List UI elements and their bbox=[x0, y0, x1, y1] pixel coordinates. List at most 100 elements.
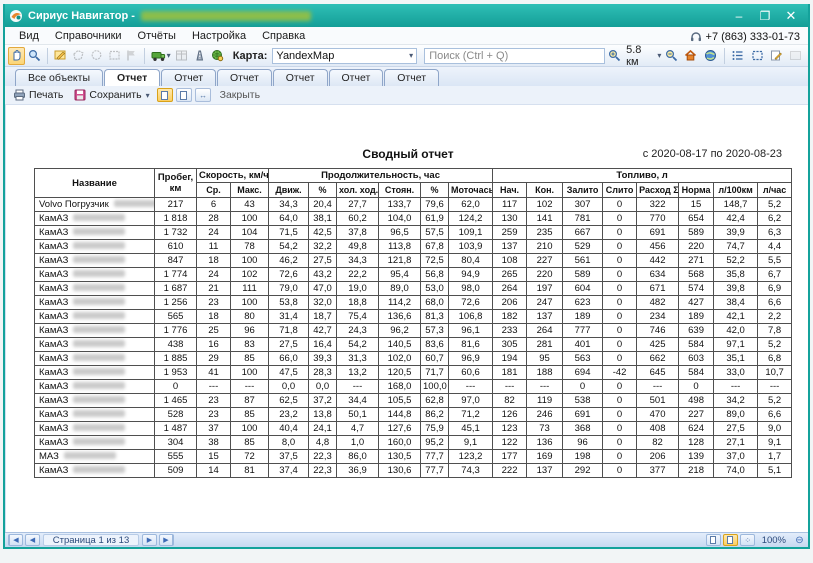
cell: 0 bbox=[603, 282, 637, 296]
cell: 60,2 bbox=[337, 212, 379, 226]
object-list-button[interactable] bbox=[729, 47, 747, 65]
notes-button[interactable] bbox=[767, 47, 785, 65]
grid-report-button[interactable] bbox=[173, 47, 190, 65]
report-tab[interactable]: Отчет bbox=[217, 69, 272, 86]
report-tab[interactable]: Отчет bbox=[161, 69, 216, 86]
cell: 34,4 bbox=[337, 394, 379, 408]
table-row: КамАЗ 528238523,213,850,1144,886,271,212… bbox=[35, 408, 792, 422]
cell: 694 bbox=[563, 366, 603, 380]
cell: 1 487 bbox=[155, 422, 197, 436]
caret-down-icon[interactable]: ▾ bbox=[657, 51, 661, 60]
menu-item[interactable]: Отчёты bbox=[130, 30, 184, 42]
cell: 83 bbox=[231, 338, 269, 352]
cell: 265 bbox=[493, 268, 527, 282]
cell: 4,4 bbox=[758, 240, 792, 254]
cell: 1 818 bbox=[155, 212, 197, 226]
flag-tool-button[interactable] bbox=[124, 47, 141, 65]
route-button[interactable] bbox=[191, 47, 208, 65]
cell: 81,3 bbox=[421, 310, 449, 324]
report-tab[interactable]: Все объекты bbox=[15, 69, 103, 86]
view-continuous-button[interactable] bbox=[176, 88, 192, 102]
map-scale-value[interactable]: 5.8 км bbox=[626, 44, 654, 68]
cell: 0 bbox=[603, 254, 637, 268]
first-page-button[interactable]: ◀ bbox=[8, 534, 23, 546]
menu-item[interactable]: Справочники bbox=[47, 30, 130, 42]
home-button[interactable] bbox=[682, 47, 700, 65]
cell: 9,1 bbox=[449, 436, 493, 450]
cell: 0 bbox=[603, 324, 637, 338]
extra-button[interactable] bbox=[787, 47, 805, 65]
cell: 16 bbox=[197, 338, 231, 352]
tab-strip: Все объекты Отчет Отчет Отчет Отчет Отче… bbox=[5, 67, 808, 86]
cell: 95,2 bbox=[421, 436, 449, 450]
close-button[interactable]: ✕ bbox=[778, 7, 804, 24]
cell: 24 bbox=[197, 268, 231, 282]
report-tab[interactable]: Отчет bbox=[104, 69, 160, 86]
status-view-single-button[interactable] bbox=[706, 534, 721, 546]
cell: 19,0 bbox=[337, 282, 379, 296]
zoom-in-button[interactable] bbox=[606, 47, 624, 65]
cell: 639 bbox=[679, 324, 714, 338]
report-tab[interactable]: Отчет bbox=[329, 69, 384, 86]
cell: 87 bbox=[231, 394, 269, 408]
cell: 0 bbox=[603, 352, 637, 366]
pan-hand-button[interactable] bbox=[8, 47, 25, 65]
cell: 18,8 bbox=[337, 296, 379, 310]
subheader: л/час bbox=[758, 183, 792, 198]
cell: 247 bbox=[527, 296, 563, 310]
cell: 47,0 bbox=[309, 282, 337, 296]
cell: 35,8 bbox=[714, 268, 758, 282]
cell: 38,1 bbox=[309, 212, 337, 226]
cell: 137 bbox=[527, 464, 563, 478]
menu-item[interactable]: Справка bbox=[254, 30, 313, 42]
cell: 24,3 bbox=[337, 324, 379, 338]
redacted-plate bbox=[73, 270, 125, 277]
report-tab[interactable]: Отчет bbox=[273, 69, 328, 86]
prev-page-button[interactable]: ◀ bbox=[25, 534, 40, 546]
view-fit-width-button[interactable]: ↔ bbox=[195, 88, 211, 102]
print-button[interactable]: Печать bbox=[9, 88, 67, 102]
menu-item[interactable]: Настройка bbox=[184, 30, 254, 42]
zoom-out-step-button[interactable]: ⊖ bbox=[793, 534, 806, 546]
redacted-plate bbox=[73, 340, 125, 347]
globe-button[interactable] bbox=[701, 47, 719, 65]
toolbar-separator bbox=[724, 48, 725, 64]
subheader: л/100км bbox=[714, 183, 758, 198]
vehicle-name-cell: КамАЗ bbox=[35, 352, 155, 366]
cell: 100 bbox=[231, 366, 269, 380]
polygon-tool-button[interactable] bbox=[70, 47, 87, 65]
vehicle-menu-button[interactable]: ▾ bbox=[149, 47, 172, 65]
zoom-out-button[interactable] bbox=[662, 47, 680, 65]
save-button[interactable]: Сохранить ▾ bbox=[70, 88, 153, 102]
panel-icon bbox=[789, 49, 802, 62]
cell: 136 bbox=[527, 436, 563, 450]
status-view-fit-button[interactable] bbox=[723, 534, 738, 546]
report-tab[interactable]: Отчет bbox=[384, 69, 439, 86]
menu-item[interactable]: Вид bbox=[11, 30, 47, 42]
cell: 94,9 bbox=[449, 268, 493, 282]
rect-select-button[interactable] bbox=[106, 47, 123, 65]
subheader: Слито bbox=[603, 183, 637, 198]
last-page-button[interactable]: ▶ bbox=[159, 534, 174, 546]
map-search-button[interactable] bbox=[209, 47, 226, 65]
zoom-select-button[interactable] bbox=[26, 47, 43, 65]
cell: 137 bbox=[527, 310, 563, 324]
circle-tool-button[interactable] bbox=[88, 47, 105, 65]
maximize-button[interactable]: ❐ bbox=[752, 7, 778, 24]
map-provider-select[interactable]: YandexMap ▾ bbox=[272, 48, 417, 64]
cell: 292 bbox=[563, 464, 603, 478]
cell: 181 bbox=[493, 366, 527, 380]
minimize-button[interactable]: – bbox=[726, 7, 752, 24]
cell: 74,0 bbox=[714, 464, 758, 478]
cell: 102 bbox=[527, 198, 563, 212]
cell: 34,3 bbox=[337, 254, 379, 268]
status-view-multi-button[interactable]: ⁘ bbox=[740, 534, 755, 546]
search-input[interactable] bbox=[424, 48, 605, 64]
cell: 246 bbox=[527, 408, 563, 422]
edit-map-button[interactable] bbox=[52, 47, 69, 65]
next-page-button[interactable]: ▶ bbox=[142, 534, 157, 546]
close-report-button[interactable]: Закрыть bbox=[220, 89, 260, 101]
geozone-button[interactable] bbox=[748, 47, 766, 65]
statusbar: ◀ ◀ Страница 1 из 13 ▶ ▶ ⁘ 100% ⊖ bbox=[5, 532, 808, 547]
view-single-page-button[interactable] bbox=[157, 88, 173, 102]
